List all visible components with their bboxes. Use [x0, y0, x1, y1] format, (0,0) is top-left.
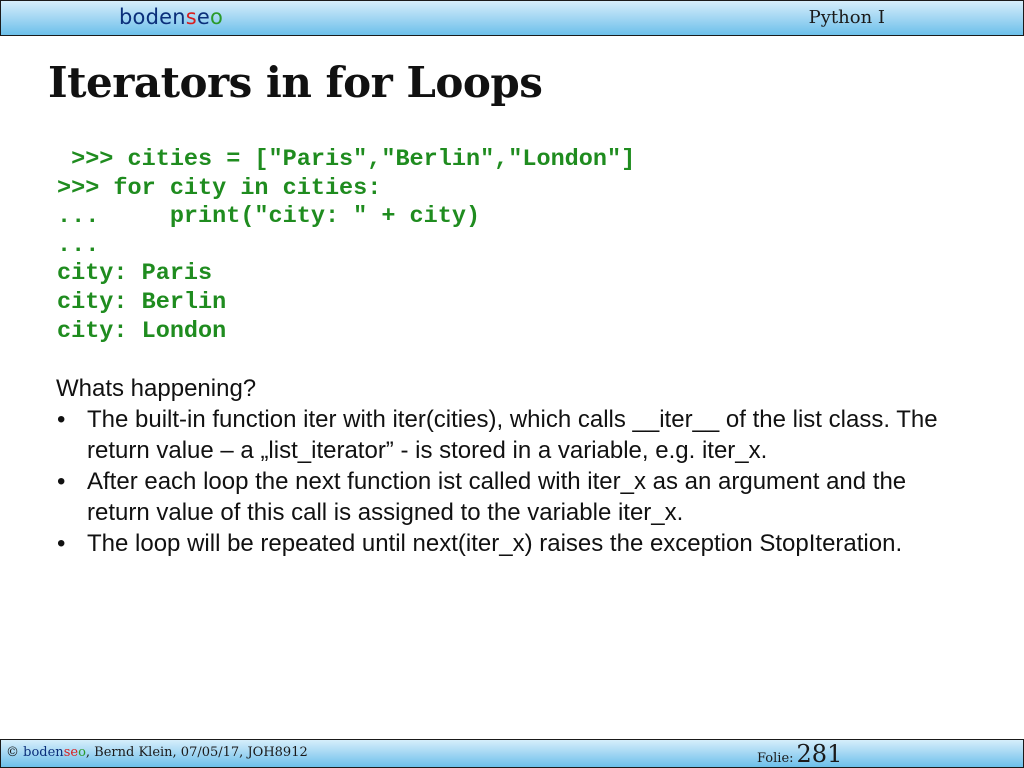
slide-title: Iterators in for Loops [48, 58, 543, 107]
bullet-point-icon: • [57, 530, 66, 557]
code-line: >>> for city in cities: [57, 174, 382, 202]
footer-brand-part: se [63, 745, 79, 760]
bullet-item: • The loop will be repeated until next(i… [56, 528, 956, 559]
bullet-text: The loop will be repeated until next(ite… [87, 530, 903, 557]
footer-author-info: , Bernd Klein, 07/05/17, JOH8912 [85, 745, 308, 760]
bullet-item: • The built-in function iter with iter(c… [56, 404, 956, 466]
code-line: >>> cities = ["Paris","Berlin","London"] [57, 146, 636, 173]
folie-number: 281 [796, 740, 843, 768]
copyright-symbol: © [6, 745, 24, 760]
slide-number: Folie: 281 [757, 740, 842, 768]
code-line: city: Paris [57, 260, 213, 288]
bullet-point-icon: • [57, 468, 66, 495]
code-line: city: London [57, 317, 227, 345]
bullet-text: The built-in function iter with iter(cit… [87, 406, 938, 464]
bullet-item: • After each loop the next function ist … [56, 466, 956, 528]
header-bar: bodenseo Python I [0, 0, 1024, 36]
course-title: Python I [808, 7, 885, 28]
explanation-section: Whats happening? • The built-in function… [56, 373, 956, 559]
bullet-point-icon: • [57, 406, 66, 433]
code-example: >>> cities = ["Paris","Berlin","London"]… [57, 146, 635, 346]
footer-credits: © bodenseo, Bernd Klein, 07/05/17, JOH89… [6, 745, 308, 760]
footer-brand: bodenseo [23, 745, 86, 760]
code-line: ... [57, 231, 100, 259]
slide: bodenseo Python I Iterators in for Loops… [0, 0, 1024, 768]
footer-bar: © bodenseo, Bernd Klein, 07/05/17, JOH89… [0, 739, 1024, 768]
logo-part-boden: boden [119, 5, 186, 29]
bullet-text: After each loop the next function ist ca… [87, 468, 907, 526]
code-line: ... print("city: " + city) [57, 203, 481, 231]
code-line: city: Berlin [57, 288, 227, 316]
footer-brand-part: o [78, 745, 86, 760]
logo-part-o: o [210, 5, 224, 29]
footer-brand-part: boden [23, 745, 64, 760]
logo-part-e: e [196, 5, 211, 29]
explanation-heading: Whats happening? [56, 375, 257, 402]
folie-label: Folie: [757, 751, 794, 766]
bullet-list: • The built-in function iter with iter(c… [56, 404, 956, 559]
logo-part-s: s [185, 5, 197, 29]
bodenseo-logo: bodenseo [119, 4, 223, 30]
